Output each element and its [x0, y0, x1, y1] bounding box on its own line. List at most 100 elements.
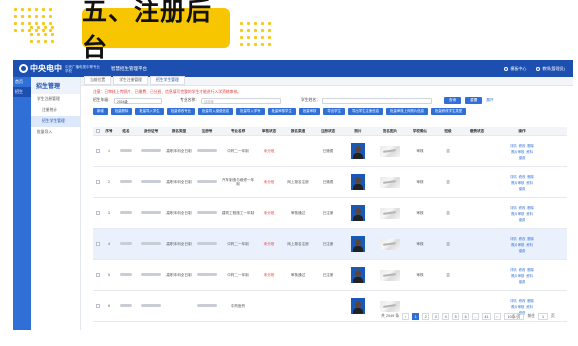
- op-link-1[interactable]: 修改: [519, 174, 526, 179]
- header-checkbox-cell[interactable]: [93, 129, 103, 133]
- major-select[interactable]: 请选择: [200, 97, 281, 104]
- row-checkbox-cell[interactable]: [93, 273, 103, 277]
- student-photo[interactable]: [351, 205, 365, 221]
- op-link-3[interactable]: 照片审核: [511, 273, 524, 278]
- template-center-link[interactable]: 模板中心: [504, 66, 526, 72]
- signature-image[interactable]: [380, 176, 400, 188]
- sidebar-item-registration[interactable]: 学生注册管理: [31, 94, 80, 105]
- op-link-4[interactable]: 资料: [526, 273, 533, 278]
- op-link-2[interactable]: 删除: [527, 298, 534, 303]
- tab-location[interactable]: 当前位置: [84, 76, 112, 85]
- op-link-2[interactable]: 删除: [527, 143, 534, 148]
- op-link-1[interactable]: 修改: [519, 267, 526, 272]
- row-checkbox-cell[interactable]: [93, 149, 103, 153]
- page-button[interactable]: 3: [432, 313, 440, 320]
- student-photo[interactable]: [351, 143, 365, 159]
- op-link-4[interactable]: 资料: [526, 149, 533, 154]
- op-link-0[interactable]: 详情: [510, 143, 517, 148]
- op-link-2[interactable]: 删除: [527, 267, 534, 272]
- signature-image[interactable]: [380, 145, 400, 157]
- batch-type-button[interactable]: 批量修改学生类型: [431, 108, 467, 115]
- op-link-3[interactable]: 照片审核: [511, 242, 524, 247]
- reset-button[interactable]: 重置: [465, 97, 483, 104]
- op-link-3[interactable]: 照片审核: [511, 304, 524, 309]
- page-button[interactable]: 5: [452, 313, 460, 320]
- year-select[interactable]: 2024级: [113, 97, 162, 104]
- row-checkbox-cell[interactable]: [93, 242, 103, 246]
- page-button[interactable]: 1: [412, 313, 420, 320]
- search-button[interactable]: 查询: [443, 97, 462, 104]
- export-registration-button[interactable]: 导出学生注册信息: [347, 108, 384, 115]
- op-link-0[interactable]: 详情: [510, 298, 517, 303]
- row-checkbox[interactable]: [96, 304, 100, 308]
- row-checkbox[interactable]: [96, 242, 100, 246]
- op-link-3[interactable]: 照片审核: [511, 211, 524, 216]
- op-link-0[interactable]: 详情: [510, 267, 517, 272]
- op-link-3[interactable]: 照片审核: [511, 180, 524, 185]
- sidebar-item-stats[interactable]: 注册统计: [31, 105, 80, 116]
- op-link-0[interactable]: 详情: [510, 236, 517, 241]
- next-page-button[interactable]: ›: [493, 313, 501, 320]
- op-link-1[interactable]: 修改: [519, 298, 526, 303]
- student-photo[interactable]: [351, 236, 365, 252]
- goto-input[interactable]: 1: [538, 313, 549, 320]
- signature-image[interactable]: [380, 207, 400, 219]
- expand-link[interactable]: 展开: [486, 98, 493, 103]
- strip-item-admission[interactable]: 招生: [13, 87, 31, 97]
- student-photo[interactable]: [351, 267, 365, 283]
- import-students-button[interactable]: 批量导入学生: [135, 108, 164, 115]
- op-link-1[interactable]: 修改: [519, 205, 526, 210]
- op-link-4[interactable]: 资料: [526, 242, 533, 247]
- row-checkbox-cell[interactable]: [93, 211, 103, 215]
- row-checkbox[interactable]: [96, 149, 100, 153]
- batch-photo-review-button[interactable]: 批量审核上传照片信息: [386, 108, 428, 115]
- op-link-5[interactable]: 缴费: [519, 186, 526, 191]
- tab-students[interactable]: 招生学生管理: [149, 76, 185, 85]
- op-link-2[interactable]: 删除: [527, 174, 534, 179]
- batch-review-students-button[interactable]: 批量审核学生: [267, 108, 296, 115]
- page-button[interactable]: 6: [462, 313, 470, 320]
- sidebar-item-import[interactable]: 批量导入: [31, 127, 80, 138]
- sidebar-item-students[interactable]: 招生学生管理: [31, 116, 80, 127]
- page-button[interactable]: ...: [472, 313, 480, 320]
- op-link-4[interactable]: 资料: [526, 180, 533, 185]
- batch-review-button[interactable]: 批量审核: [298, 108, 321, 115]
- export-students-button[interactable]: 导出学生: [323, 108, 345, 115]
- op-link-4[interactable]: 资料: [526, 304, 533, 309]
- page-button[interactable]: 41: [482, 313, 491, 320]
- op-link-1[interactable]: 修改: [519, 236, 526, 241]
- batch-major-button[interactable]: 批量修改专业: [166, 108, 196, 115]
- page-button[interactable]: 2: [422, 313, 430, 320]
- signature-image[interactable]: [380, 300, 400, 312]
- row-checkbox-cell[interactable]: [93, 180, 103, 184]
- page-button[interactable]: 4: [442, 313, 450, 320]
- strip-item-home[interactable]: 首页: [13, 77, 31, 87]
- op-link-0[interactable]: 详情: [510, 174, 517, 179]
- row-checkbox[interactable]: [96, 180, 100, 184]
- op-link-0[interactable]: 详情: [510, 205, 517, 210]
- add-button[interactable]: 新增: [93, 108, 108, 115]
- page-size-select[interactable]: 10条/页: [503, 313, 525, 320]
- prev-page-button[interactable]: ‹: [402, 313, 410, 320]
- batch-delete-button[interactable]: 批量删除: [110, 108, 133, 115]
- op-link-5[interactable]: 缴费: [519, 279, 526, 284]
- student-photo[interactable]: [351, 298, 365, 314]
- import-payment-button[interactable]: 批量导入缴费信息: [198, 108, 234, 115]
- row-checkbox-cell[interactable]: [93, 304, 103, 308]
- op-link-2[interactable]: 删除: [527, 236, 534, 241]
- row-checkbox[interactable]: [96, 211, 100, 215]
- op-link-1[interactable]: 修改: [519, 143, 526, 148]
- op-link-2[interactable]: 删除: [527, 205, 534, 210]
- signature-image[interactable]: [380, 269, 400, 281]
- name-input[interactable]: [321, 97, 432, 104]
- op-link-5[interactable]: 缴费: [519, 248, 526, 253]
- row-checkbox[interactable]: [96, 273, 100, 277]
- op-link-5[interactable]: 缴费: [519, 217, 526, 222]
- user-menu[interactable]: 教师(管理员): [536, 66, 565, 72]
- signature-image[interactable]: [380, 238, 400, 250]
- select-all-checkbox[interactable]: [96, 129, 100, 133]
- student-photo[interactable]: [351, 174, 365, 190]
- op-link-3[interactable]: 照片审核: [511, 149, 524, 154]
- op-link-5[interactable]: 缴费: [519, 155, 526, 160]
- tab-registration[interactable]: 学生注册管理: [113, 76, 148, 85]
